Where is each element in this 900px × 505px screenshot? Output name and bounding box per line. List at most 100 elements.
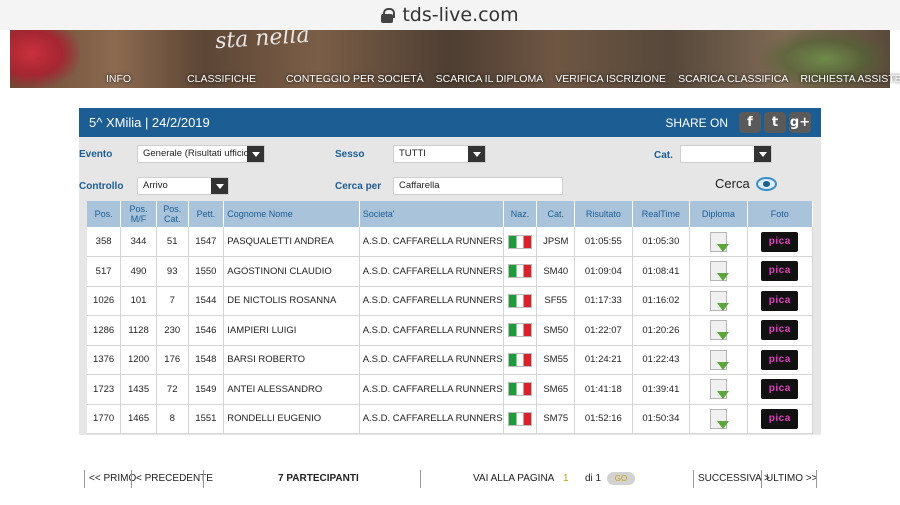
cell-pos: 1770 [87,404,122,434]
controllo-select[interactable]: Arrivo [137,177,229,195]
evento-select[interactable]: Generale (Risultati ufficiosi) [137,145,265,163]
nav-item-conteggio[interactable]: CONTEGGIO PER SOCIETÀ [280,70,430,88]
eye-icon [755,176,777,191]
cerca-button[interactable]: Cerca [715,176,777,191]
controllo-select-value: Arrivo [143,180,168,191]
cell-naz [503,227,538,257]
pica-photo-button[interactable]: pica [761,290,799,311]
cell-risultato: 01:52:16 [574,404,633,434]
download-diploma-icon[interactable] [709,379,729,400]
table-row: 1770 1465 8 1551 RONDELLI EUGENIO A.S.D. CAFF… [87,404,814,434]
cell-nome[interactable]: ANTEI ALESSANDRO [223,374,360,405]
col-risultato[interactable]: Risultato [574,201,633,227]
chevron-down-icon [211,178,228,194]
cell-realtime: 01:16:02 [632,286,691,316]
cell-realtime: 01:50:34 [632,404,691,434]
cell-naz [503,256,538,287]
col-cat[interactable]: Cat. [536,201,576,227]
cell-realtime: 01:20:26 [632,315,691,346]
browser-url-bar[interactable]: tds-live.com [0,0,900,30]
download-diploma-icon[interactable] [709,408,729,429]
cell-pett: 1551 [188,404,225,434]
cell-naz [503,374,538,405]
controllo-label: Controllo [79,181,124,192]
ultimo-link[interactable]: ULTIMO >> [766,468,818,490]
pica-photo-button[interactable]: pica [761,379,799,400]
download-diploma-icon[interactable] [709,290,729,311]
cell-societa: A.S.D. CAFFARELLA RUNNERS [359,227,504,257]
evento-label: Evento [79,149,113,160]
pica-photo-button[interactable]: pica [761,261,799,282]
italy-flag-icon [507,323,532,338]
nav-item-scarica-classifica[interactable]: SCARICA CLASSIFICA [672,70,794,88]
cell-foto: pica [747,374,814,405]
download-diploma-icon[interactable] [709,231,729,252]
twitter-icon[interactable]: t [764,112,786,133]
cell-pett: 1549 [188,374,225,405]
cell-nome[interactable]: PASQUALETTI ANDREA [223,227,360,257]
col-societa[interactable]: Societa' [359,201,504,227]
cell-foto: pica [747,345,814,375]
nav-item-info[interactable]: INFO [100,70,137,88]
facebook-icon[interactable]: f [739,112,761,133]
cell-pos-mf: 1128 [120,315,157,346]
col-nome[interactable]: Cognome Nome [223,201,360,227]
precedente-link[interactable]: < PRECEDENTE [136,468,213,490]
cerca-per-input[interactable]: Caffarella [393,177,563,195]
go-button[interactable]: GO [607,468,635,490]
divider [203,470,204,488]
googleplus-icon[interactable]: g+ [789,112,811,133]
cat-label: Cat. [654,150,673,161]
nav-item-classifiche[interactable]: CLASSIFICHE [181,70,262,88]
cell-cat: SM40 [536,256,576,287]
sesso-select[interactable]: TUTTI [393,145,486,163]
table-row: 1026 101 7 1544 DE NICTOLIS ROSANNA A.S.D. CA… [87,286,814,316]
nav-item-diploma[interactable]: SCARICA IL DIPLOMA [430,70,550,88]
successiva-link[interactable]: SUCCESSIVA > [698,468,770,490]
cell-risultato: 01:24:21 [574,345,633,375]
download-diploma-icon[interactable] [709,261,729,282]
cell-risultato: 01:09:04 [574,256,633,287]
cell-pos-cat: 230 [156,315,189,346]
col-pos-cat[interactable]: Pos. Cat. [156,201,189,227]
cat-select[interactable] [680,145,772,163]
pica-photo-button[interactable]: pica [761,320,799,341]
pica-photo-button[interactable]: pica [761,231,799,252]
cell-realtime: 01:22:43 [632,345,691,375]
download-diploma-icon[interactable] [709,349,729,370]
primo-link[interactable]: << PRIMO [89,468,136,490]
col-realtime[interactable]: RealTime [632,201,691,227]
cell-nome[interactable]: RONDELLI EUGENIO [223,404,360,434]
download-diploma-icon[interactable] [709,320,729,341]
col-pett[interactable]: Pett. [188,201,225,227]
cell-naz [503,345,538,375]
cell-nome[interactable]: DE NICTOLIS ROSANNA [223,286,360,316]
col-pos[interactable]: Pos. [87,201,122,227]
divider [761,470,762,488]
col-pos-mf[interactable]: Pos. M/F [120,201,157,227]
chevron-down-icon [468,146,485,162]
cell-societa: A.S.D. CAFFARELLA RUNNERS [359,256,504,287]
col-foto: Foto [747,201,814,227]
nav-item-verifica[interactable]: VERIFICA ISCRIZIONE [549,70,672,88]
banner-slogan: sta nella [214,30,311,55]
cell-pett: 1544 [188,286,225,316]
cell-cat: SM50 [536,315,576,346]
cell-pett: 1550 [188,256,225,287]
pica-photo-button[interactable]: pica [761,349,799,370]
cell-societa: A.S.D. CAFFARELLA RUNNERS [359,374,504,405]
col-naz[interactable]: Naz. [503,201,538,227]
italy-flag-icon [507,411,532,426]
cell-pos-cat: 8 [156,404,189,434]
pica-photo-button[interactable]: pica [761,408,799,429]
cell-pos-mf: 490 [120,256,157,287]
page-number-input[interactable]: 1 [563,468,569,490]
cell-pos: 358 [87,227,122,257]
filter-form: Evento Generale (Risultati ufficiosi) Se… [79,137,821,200]
nav-item-assistenza[interactable]: RICHIESTA ASSISTENZA [794,70,900,88]
cell-nome[interactable]: BARSI ROBERTO [223,345,360,375]
table-row: 517 490 93 1550 AGOSTINONI CLAUDIO A.S.D. CAF… [87,256,814,287]
cell-nome[interactable]: IAMPIERI LUIGI [223,315,360,346]
lock-icon [381,7,396,23]
cell-nome[interactable]: AGOSTINONI CLAUDIO [223,256,360,287]
